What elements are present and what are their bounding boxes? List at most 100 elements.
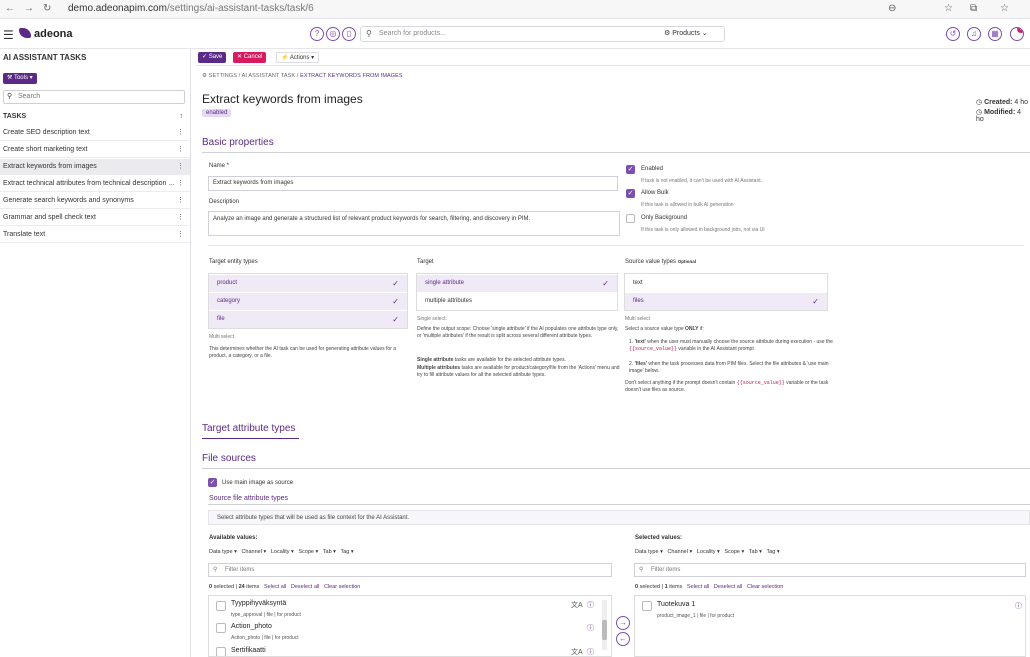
use-main-image-checkbox[interactable]: ✓: [208, 478, 217, 487]
task-item[interactable]: Generate search keywords and synonyms ⋮: [0, 193, 190, 209]
only-background-label: Only Background: [641, 215, 688, 221]
info-icon[interactable]: ⓘ: [1015, 601, 1022, 611]
section-underline: [202, 438, 299, 439]
target-attr-types-title[interactable]: Target attribute types: [202, 423, 295, 434]
more-icon[interactable]: ⋮: [177, 159, 184, 174]
actions-button[interactable]: ⚡ Actions ▾: [276, 52, 320, 63]
filter-channel[interactable]: Channel ▾: [241, 549, 266, 555]
name-input[interactable]: Extract keywords from images: [208, 176, 618, 191]
clear-selection-link[interactable]: Clear selection: [747, 584, 783, 590]
move-left-button[interactable]: ←: [616, 632, 630, 646]
logo-mark-icon: [19, 28, 31, 38]
zoom-icon[interactable]: ⊖: [888, 3, 896, 14]
help-icon[interactable]: ?: [310, 27, 324, 41]
filter-tag[interactable]: Tag ▾: [340, 549, 353, 555]
address-bar[interactable]: demo.adeonapim.com/settings/ai-assistant…: [68, 3, 314, 14]
tasks-header[interactable]: TASKS ↑: [3, 113, 183, 120]
task-item[interactable]: Extract technical attributes from techni…: [0, 176, 190, 192]
move-right-button[interactable]: →: [616, 616, 630, 630]
scrollbar[interactable]: [602, 600, 607, 650]
sort-icon[interactable]: ↑: [180, 113, 184, 120]
info-icon[interactable]: ⓘ: [587, 647, 594, 656]
more-icon[interactable]: ⋮: [177, 210, 184, 225]
back-icon[interactable]: ←: [5, 3, 15, 14]
filter-data-type[interactable]: Data type ▾: [209, 549, 237, 555]
sidebar: AI ASSISTANT TASKS ⚒ Tools ▾ ⚲ Search TA…: [0, 49, 191, 657]
brand-logo[interactable]: adeona: [19, 28, 73, 40]
option-category[interactable]: category ✓: [209, 293, 407, 310]
select-all-link[interactable]: Select all: [687, 584, 709, 590]
filter-scope[interactable]: Scope ▾: [724, 549, 744, 555]
calendar-icon[interactable]: ▦: [988, 27, 1002, 41]
more-icon[interactable]: ⋮: [177, 125, 184, 140]
item-checkbox[interactable]: [216, 601, 226, 611]
reload-icon[interactable]: ↻: [43, 3, 51, 14]
product-search[interactable]: ⚲ Search for products... ⚙ Products ⌄: [360, 26, 725, 42]
option-multiple-attributes[interactable]: multiple attributes: [417, 293, 617, 310]
filter-tag[interactable]: Tag ▾: [766, 549, 779, 555]
cancel-button[interactable]: ✕ Cancel: [233, 52, 267, 63]
task-label: Generate search keywords and synonyms: [3, 197, 134, 204]
task-search-input[interactable]: ⚲ Search: [3, 90, 185, 104]
tools-button[interactable]: ⚒ Tools ▾: [3, 73, 37, 84]
option-files[interactable]: files ✓: [625, 293, 827, 310]
document-icon[interactable]: ▯: [342, 27, 356, 41]
bookmark-icon[interactable]: ☆: [1000, 3, 1009, 14]
search-scope-select[interactable]: ⚙ Products ⌄: [664, 27, 708, 41]
available-item-name[interactable]: Action_photo: [231, 623, 272, 630]
available-item-name[interactable]: Tyyppihyväksyntä: [231, 600, 286, 607]
option-single-attribute[interactable]: single attribute ✓: [417, 275, 617, 292]
file-sources-title: File sources: [202, 453, 256, 464]
selected-item-name[interactable]: Tuotekuva 1: [657, 601, 695, 608]
filter-locality[interactable]: Locality ▾: [271, 549, 294, 555]
breadcrumb-settings[interactable]: SETTINGS: [209, 73, 237, 79]
available-item-name[interactable]: Sertifikaatti: [231, 647, 266, 654]
option-product[interactable]: product ✓: [209, 275, 407, 292]
task-item[interactable]: Grammar and spell check text ⋮: [0, 210, 190, 226]
filter-tab[interactable]: Tab ▾: [323, 549, 336, 555]
more-icon[interactable]: ⋮: [177, 142, 184, 157]
filter-data-type[interactable]: Data type ▾: [635, 549, 663, 555]
filter-scope[interactable]: Scope ▾: [298, 549, 318, 555]
select-all-link[interactable]: Select all: [264, 584, 286, 590]
item-checkbox[interactable]: [216, 623, 226, 633]
filter-locality[interactable]: Locality ▾: [697, 549, 720, 555]
clear-selection-link[interactable]: Clear selection: [324, 584, 360, 590]
enabled-checkbox[interactable]: ✓: [626, 165, 635, 174]
allow-bulk-checkbox[interactable]: ✓: [626, 189, 635, 198]
filter-channel[interactable]: Channel ▾: [667, 549, 692, 555]
filter-tab[interactable]: Tab ▾: [749, 549, 762, 555]
available-filter-input[interactable]: ⚲ Filter items: [208, 563, 612, 577]
description-textarea[interactable]: Analyze an image and generate a structur…: [208, 211, 620, 236]
notifications-icon[interactable]: 6: [1010, 27, 1024, 41]
only-background-checkbox[interactable]: [626, 214, 635, 223]
created-label: Created:: [984, 99, 1013, 106]
save-button[interactable]: ✓ Save: [198, 52, 227, 63]
selected-filter-input[interactable]: ⚲ Filter items: [634, 563, 1026, 577]
forward-icon[interactable]: →: [24, 3, 34, 14]
deselect-all-link[interactable]: Deselect all: [291, 584, 319, 590]
bell-icon[interactable]: ♫: [967, 27, 981, 41]
more-icon[interactable]: ⋮: [177, 176, 184, 191]
info-icon[interactable]: ⓘ: [587, 623, 594, 633]
items-word: items: [246, 584, 260, 590]
scrollbar-thumb[interactable]: [602, 620, 607, 640]
task-item-active[interactable]: Extract keywords from images ⋮: [0, 159, 190, 175]
extensions-icon[interactable]: ⧉: [970, 3, 977, 14]
menu-icon[interactable]: ☰: [3, 28, 14, 42]
more-icon[interactable]: ⋮: [177, 227, 184, 242]
item-checkbox[interactable]: [216, 647, 226, 656]
breadcrumb-ai-task[interactable]: AI ASSISTANT TASK: [242, 73, 296, 79]
option-file[interactable]: file ✓: [209, 311, 407, 328]
history-icon[interactable]: ↺: [946, 27, 960, 41]
task-item[interactable]: Translate text ⋮: [0, 227, 190, 243]
deselect-all-link[interactable]: Deselect all: [714, 584, 742, 590]
star-icon[interactable]: ☆: [944, 3, 953, 14]
item-checkbox[interactable]: [642, 601, 652, 611]
more-icon[interactable]: ⋮: [177, 193, 184, 208]
dashboard-icon[interactable]: ◎: [326, 27, 340, 41]
option-text[interactable]: text: [625, 275, 827, 292]
task-item[interactable]: Create SEO description text ⋮: [0, 125, 190, 141]
info-icon[interactable]: ⓘ: [587, 600, 594, 610]
task-item[interactable]: Create short marketing text ⋮: [0, 142, 190, 158]
